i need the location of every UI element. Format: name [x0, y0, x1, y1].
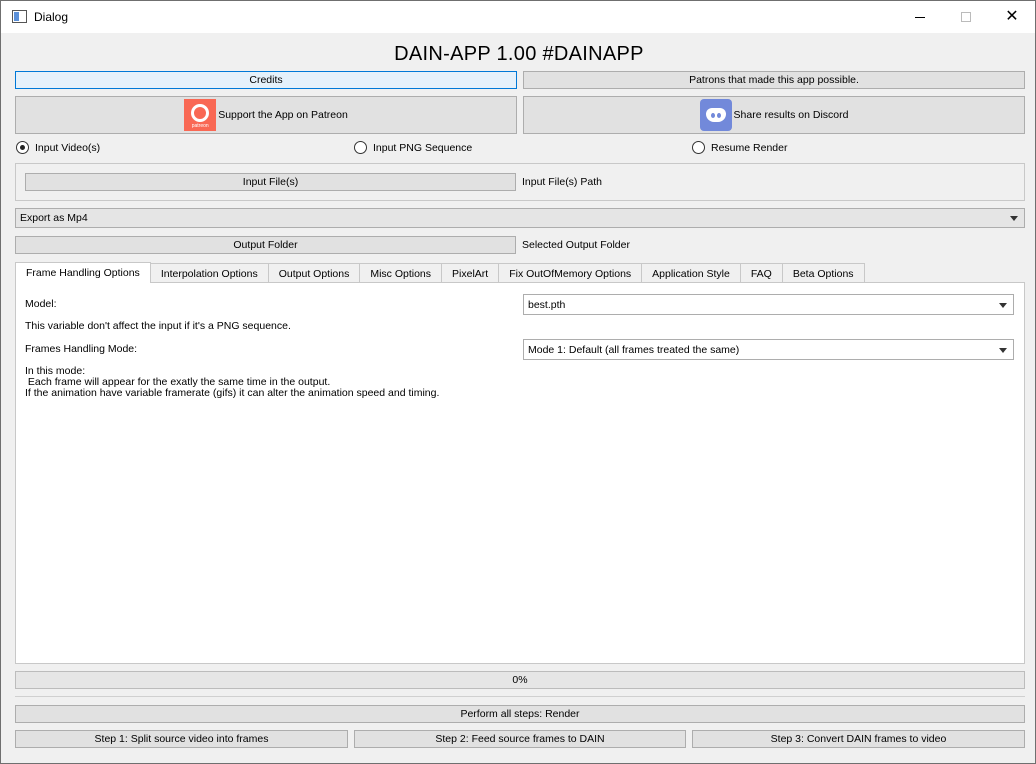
radio-indicator [692, 141, 705, 154]
tab-beta-options[interactable]: Beta Options [781, 263, 865, 283]
tab-output-options[interactable]: Output Options [267, 263, 361, 283]
radio-input-png-sequence[interactable]: Input PNG Sequence [354, 141, 472, 154]
maximize-button[interactable] [943, 1, 989, 33]
render-all-button[interactable]: Perform all steps: Render [15, 705, 1025, 723]
model-select-value: best.pth [528, 298, 566, 311]
maximize-icon [961, 12, 971, 22]
minimize-button[interactable] [897, 1, 943, 33]
patreon-logo-icon: patreon [184, 99, 217, 131]
tab-faq[interactable]: FAQ [739, 263, 783, 283]
model-note: This variable don't affect the input if … [25, 320, 291, 332]
tab-interpolation-options[interactable]: Interpolation Options [149, 263, 269, 283]
tab-frame-handling-options[interactable]: Frame Handling Options [15, 262, 151, 283]
tab-pixelart[interactable]: PixelArt [441, 263, 500, 283]
radio-label: Input PNG Sequence [373, 141, 473, 154]
discord-button[interactable]: Share results on Discord [523, 96, 1025, 134]
app-title: DAIN-APP 1.00 #DAINAPP [394, 43, 644, 65]
discord-logo-icon [699, 99, 732, 131]
patreon-button[interactable]: patreon Support the App on Patreon [15, 96, 517, 134]
output-folder-label: Selected Output Folder [522, 239, 630, 251]
export-format-select[interactable]: Export as Mp4 [15, 208, 1025, 228]
tab-misc-options[interactable]: Misc Options [359, 263, 443, 283]
credits-button[interactable]: Credits [15, 71, 517, 89]
input-files-button[interactable]: Input File(s) [25, 173, 516, 191]
step3-convert-button[interactable]: Step 3: Convert DAIN frames to video [692, 730, 1025, 748]
tab-application-style[interactable]: Application Style [641, 263, 741, 283]
title-bar[interactable]: Dialog ✕ [1, 1, 1035, 33]
frames-mode-value: Mode 1: Default (all frames treated the … [528, 343, 740, 356]
chevron-down-icon [999, 302, 1007, 308]
model-label: Model: [25, 298, 57, 310]
chevron-down-icon [1010, 216, 1018, 221]
options-tabbar: Frame Handling Options Interpolation Opt… [15, 262, 865, 283]
radio-label: Input Video(s) [35, 141, 101, 154]
app-icon [12, 10, 27, 23]
close-icon: ✕ [1005, 8, 1019, 25]
chevron-down-icon [999, 347, 1007, 353]
progress-bar: 0% [15, 671, 1025, 689]
patreon-button-label: Support the App on Patreon [218, 109, 348, 121]
output-folder-button[interactable]: Output Folder [15, 236, 516, 254]
radio-resume-render[interactable]: Resume Render [692, 141, 787, 154]
radio-indicator [354, 141, 367, 154]
close-button[interactable]: ✕ [989, 1, 1035, 33]
radio-label: Resume Render [711, 141, 788, 154]
radio-indicator [16, 141, 29, 154]
frame-handling-panel: Model: best.pth This variable don't affe… [15, 282, 1025, 664]
minimize-icon [915, 16, 925, 18]
progress-text: 0% [512, 674, 528, 686]
step1-split-button[interactable]: Step 1: Split source video into frames [15, 730, 348, 748]
discord-button-label: Share results on Discord [733, 109, 849, 121]
radio-input-videos[interactable]: Input Video(s) [16, 141, 100, 154]
patreon-logo-text: patreon [191, 123, 209, 129]
export-format-value: Export as Mp4 [20, 212, 88, 224]
input-path-label: Input File(s) Path [522, 176, 602, 188]
patrons-button[interactable]: Patrons that made this app possible. [523, 71, 1025, 89]
divider [15, 696, 1025, 697]
frames-mode-select[interactable]: Mode 1: Default (all frames treated the … [523, 339, 1014, 360]
frames-mode-label: Frames Handling Mode: [25, 343, 138, 355]
model-select[interactable]: best.pth [523, 294, 1014, 315]
step2-feed-button[interactable]: Step 2: Feed source frames to DAIN [354, 730, 686, 748]
tab-fix-outofmemory-options[interactable]: Fix OutOfMemory Options [498, 263, 643, 283]
dialog-window: Dialog ✕ DAIN-APP 1.00 #DAINAPP Credits … [0, 0, 1036, 764]
window-title: Dialog [34, 10, 69, 24]
mode-description: In this mode: Each frame will appear for… [25, 365, 440, 399]
